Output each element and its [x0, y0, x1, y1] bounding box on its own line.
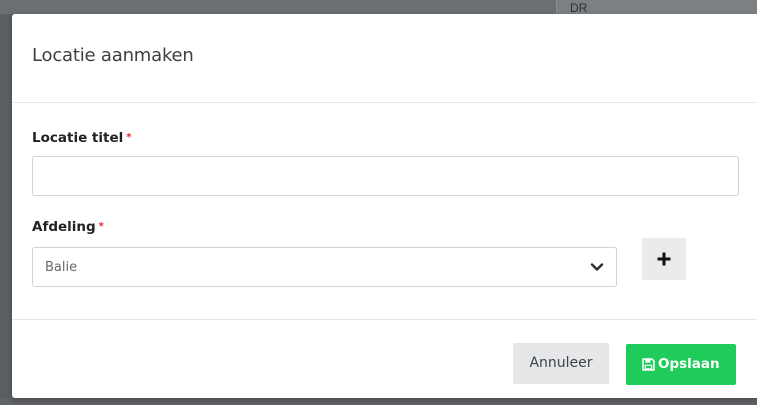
modal-title: Locatie aanmaken — [32, 45, 194, 66]
location-title-input[interactable] — [32, 156, 739, 196]
modal-header: Locatie aanmaken — [12, 14, 757, 103]
location-title-label-text: Locatie titel — [32, 130, 124, 146]
create-location-modal: Locatie aanmaken Locatie titel * Afdeling… — [12, 14, 757, 398]
background-card-text: DR — [570, 1, 588, 15]
backdrop-left — [0, 14, 12, 398]
department-label: Afdeling * — [32, 219, 104, 235]
modal-footer: Annuleer Opslaan — [12, 319, 757, 399]
plus-icon — [657, 252, 671, 266]
chevron-down-icon — [590, 263, 604, 271]
add-department-button[interactable] — [642, 238, 686, 280]
cancel-button[interactable]: Annuleer — [513, 343, 609, 384]
backdrop-bottom — [0, 398, 757, 405]
floppy-disk-icon — [642, 358, 655, 371]
save-button-label: Opslaan — [658, 356, 720, 372]
save-button[interactable]: Opslaan — [626, 344, 736, 385]
required-marker: * — [98, 221, 104, 232]
required-marker: * — [126, 132, 132, 143]
location-title-label: Locatie titel * — [32, 130, 131, 146]
department-select-value: Balie — [45, 260, 78, 275]
department-label-text: Afdeling — [32, 219, 96, 235]
department-select[interactable]: Balie — [32, 247, 617, 287]
